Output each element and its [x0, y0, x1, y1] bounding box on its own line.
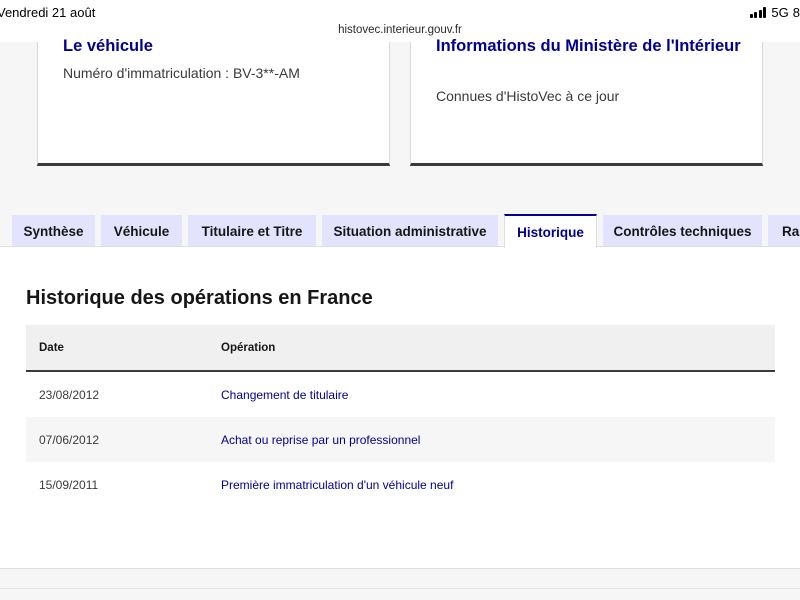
network-type: 5G [771, 5, 789, 20]
row-operation-link[interactable]: Changement de titulaire [221, 388, 348, 402]
report-tabs: Synthèse Véhicule Titulaire et Titre Sit… [0, 214, 800, 248]
ministry-card-desc: Connues d'HistoVec à ce jour [436, 88, 620, 104]
tab-titulaire[interactable]: Titulaire et Titre [188, 215, 316, 247]
registration-number: Numéro d'immatriculation : BV-3**-AM [63, 65, 300, 81]
vehicle-card: Le véhicule Numéro d'immatriculation : B… [37, 37, 390, 166]
tab-rapport[interactable]: Rap [768, 215, 800, 247]
history-table: Date Opération 23/08/2012 Changement de … [26, 325, 775, 507]
ministry-card: Informations du Ministère de l'Intérieur… [410, 37, 763, 166]
row-date: 07/06/2012 [39, 433, 100, 447]
status-indicators: 5G 8 [749, 5, 800, 20]
row-operation-link[interactable]: Achat ou reprise par un professionnel [221, 433, 420, 447]
ministry-card-title: Informations du Ministère de l'Intérieur [436, 37, 741, 55]
column-header-date: Date [39, 342, 64, 354]
tab-controles-techniques[interactable]: Contrôles techniques [603, 215, 762, 247]
table-row: 23/08/2012 Changement de titulaire [26, 372, 775, 417]
table-row: 07/06/2012 Achat ou reprise par un profe… [26, 417, 775, 462]
signal-icon [749, 7, 767, 18]
tab-historique[interactable]: Historique [504, 214, 597, 248]
row-operation-link[interactable]: Première immatriculation d'un véhicule n… [221, 478, 453, 492]
battery-level: 8 [792, 5, 800, 20]
column-header-operation: Opération [221, 342, 276, 354]
tab-synthese[interactable]: Synthèse [12, 215, 95, 247]
tab-situation-administrative[interactable]: Situation administrative [322, 215, 498, 247]
tab-vehicule[interactable]: Véhicule [101, 215, 182, 247]
page-title: Historique des opérations en France [26, 287, 373, 309]
row-date: 23/08/2012 [39, 388, 100, 402]
vehicle-card-title: Le véhicule [63, 37, 153, 55]
historique-panel: Historique des opérations en France Date… [0, 246, 800, 569]
status-time: Vendredi 21 août [0, 5, 96, 20]
table-row: 15/09/2011 Première immatriculation d'un… [26, 462, 775, 507]
divider [0, 588, 800, 589]
row-date: 15/09/2011 [39, 478, 99, 492]
table-header: Date Opération [26, 325, 775, 372]
